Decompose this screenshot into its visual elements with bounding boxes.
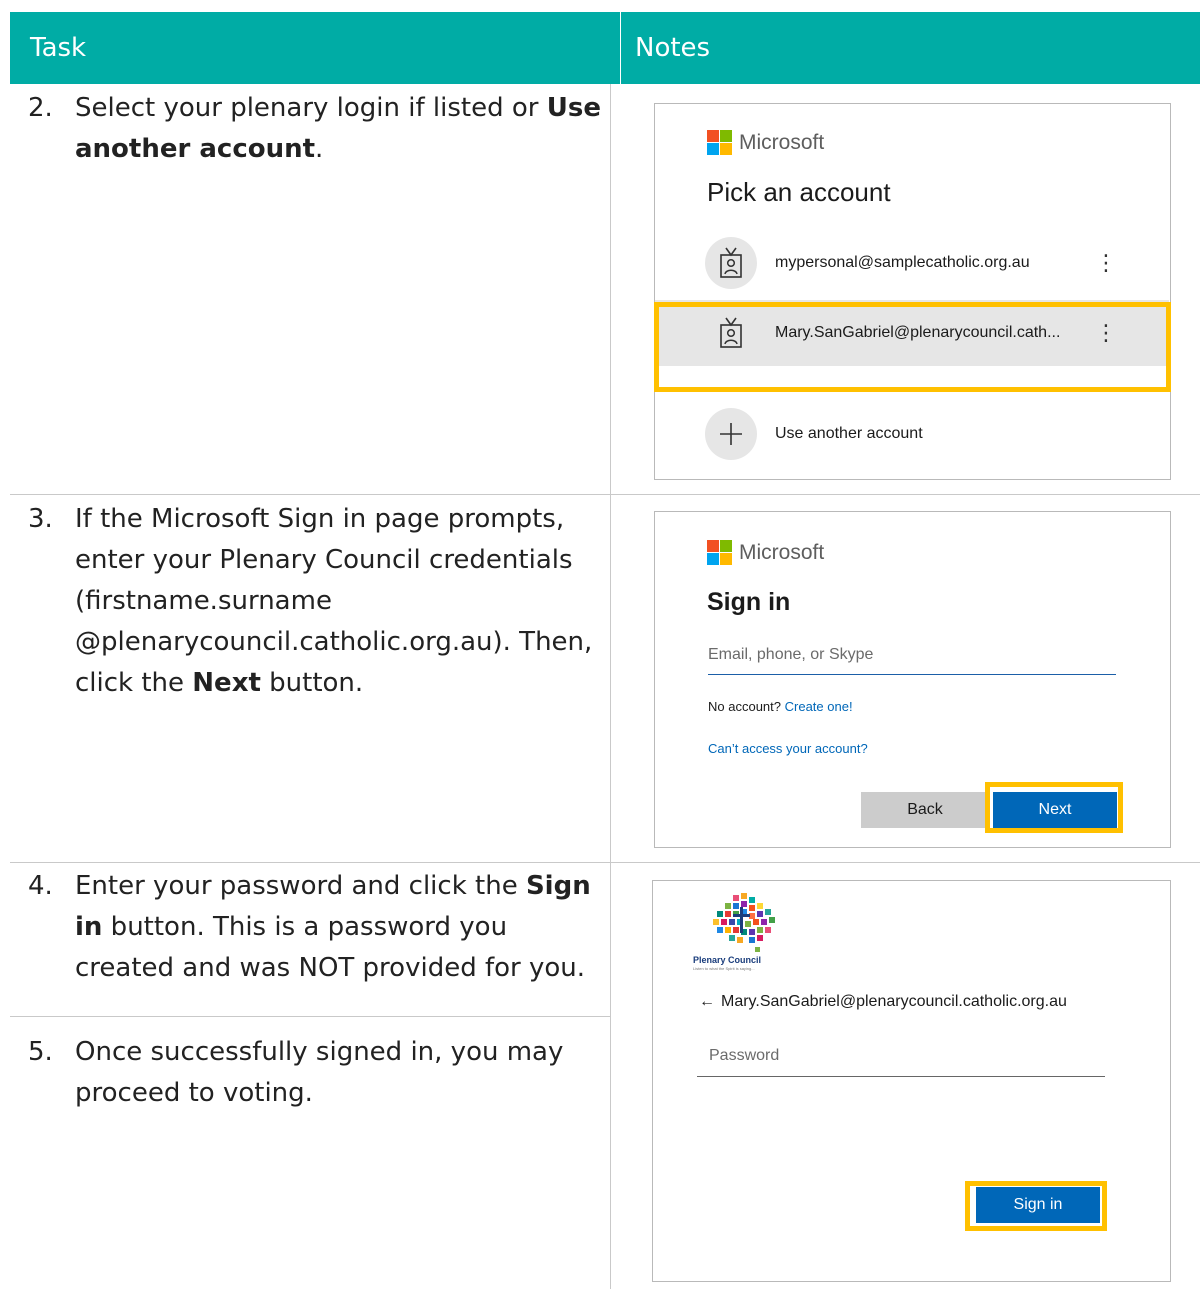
microsoft-logo-icon [707, 540, 732, 565]
use-another-account-button[interactable]: Use another account [655, 401, 1169, 467]
sign-in-title: Sign in [707, 588, 791, 616]
identity-row: ← Mary.SanGabriel@plenarycouncil.catholic… [699, 993, 1067, 1011]
table-header: Task Notes [10, 12, 1200, 84]
account-email: mypersonal@samplecatholic.org.au [775, 254, 1030, 271]
highlight-box [654, 302, 1171, 392]
create-account-link[interactable]: Create one! [785, 699, 853, 714]
row-divider [10, 862, 1200, 863]
microsoft-logo: Microsoft [707, 540, 824, 565]
badge-icon [705, 237, 757, 289]
back-arrow-icon[interactable]: ← [699, 993, 715, 1010]
highlight-box [985, 782, 1123, 833]
column-divider [610, 84, 611, 1289]
identity-email: Mary.SanGabriel@plenarycouncil.catholic.… [721, 993, 1067, 1010]
back-button[interactable]: Back [861, 792, 989, 828]
use-another-account-label: Use another account [775, 425, 923, 442]
microsoft-logo: Microsoft [707, 130, 824, 155]
cant-access-link[interactable]: Can’t access your account? [708, 741, 868, 756]
pick-account-title: Pick an account [707, 177, 891, 207]
plus-icon [705, 408, 757, 460]
no-account-text: No account? Create one! [708, 699, 853, 714]
email-field[interactable]: Email, phone, or Skype [708, 642, 1116, 675]
logo-tagline: Listen to what the Spirit is saying... [693, 966, 755, 971]
microsoft-logo-icon [707, 130, 732, 155]
plenary-council-logo: Plenary Council Listen to what the Spiri… [693, 889, 803, 979]
account-item[interactable]: mypersonal@samplecatholic.org.au ⋮ [655, 230, 1169, 296]
australia-mosaic-icon [713, 893, 775, 952]
row-divider [10, 1016, 610, 1017]
pick-account-panel: Microsoft Pick an account mypersonal@sam… [654, 103, 1171, 480]
notes-column-header: Notes [635, 33, 711, 63]
more-options-icon[interactable]: ⋮ [1095, 230, 1117, 296]
logo-wordmark: Plenary Council [693, 955, 762, 965]
task-column-header: Task [30, 33, 87, 63]
highlight-box [965, 1181, 1107, 1231]
password-field[interactable]: Password [697, 1041, 1105, 1077]
row-divider [10, 494, 1200, 495]
